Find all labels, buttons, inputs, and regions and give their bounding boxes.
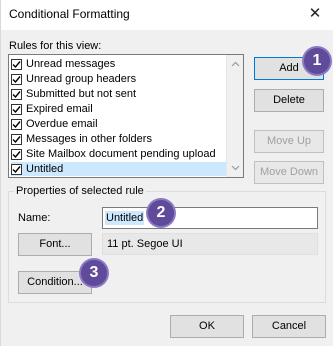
rule-item[interactable]: Overdue email [11, 117, 228, 131]
conditional-formatting-dialog: Conditional Formatting ✕ Rules for this … [0, 0, 333, 346]
rule-item[interactable]: Unread group headers [11, 72, 228, 86]
name-label: Name: [18, 212, 51, 224]
cancel-button[interactable]: Cancel [252, 315, 326, 338]
rules-list-scrollbar[interactable] [226, 55, 243, 177]
scroll-down-icon[interactable] [231, 163, 240, 172]
rules-list-label: Rules for this view: [9, 40, 102, 52]
rule-name-input[interactable]: Untitled [102, 207, 318, 229]
rule-item[interactable]: Submitted but not sent [11, 87, 228, 101]
rule-item[interactable]: Site Mailbox document pending upload [11, 147, 228, 161]
move-down-button[interactable]: Move Down [254, 161, 324, 184]
rule-item[interactable]: Unread messages [11, 57, 228, 71]
rule-checkbox[interactable] [11, 88, 22, 100]
rule-label: Untitled [26, 163, 64, 175]
font-info: 11 pt. Segoe UI [102, 233, 318, 255]
rule-item[interactable]: Messages in other folders [11, 132, 228, 146]
rule-label: Unread group headers [26, 73, 137, 85]
rule-checkbox[interactable] [11, 118, 22, 130]
rule-checkbox[interactable] [11, 148, 22, 160]
rule-label: Overdue email [26, 118, 98, 130]
scroll-up-icon[interactable] [231, 60, 240, 69]
rule-item[interactable]: Expired email [11, 102, 228, 116]
step-badge-1: 1 [304, 48, 330, 74]
ok-button[interactable]: OK [170, 315, 244, 338]
close-icon[interactable]: ✕ [304, 3, 326, 25]
move-up-button[interactable]: Move Up [254, 130, 324, 153]
font-button[interactable]: Font... [18, 233, 92, 256]
window-title: Conditional Formatting [9, 7, 130, 21]
delete-button[interactable]: Delete [254, 89, 324, 112]
rule-label: Messages in other folders [26, 133, 152, 145]
rule-item-selected[interactable]: Untitled [11, 162, 228, 176]
rule-checkbox[interactable] [11, 133, 22, 145]
rule-checkbox[interactable] [11, 58, 22, 70]
properties-group-label: Properties of selected rule [14, 185, 146, 197]
rule-checkbox[interactable] [11, 73, 22, 85]
rule-label: Site Mailbox document pending upload [26, 148, 216, 160]
rule-label: Expired email [26, 103, 93, 115]
step-badge-2: 2 [148, 200, 174, 226]
rule-name-value: Untitled [105, 211, 145, 225]
rule-label: Unread messages [26, 58, 116, 70]
rules-list[interactable]: Unread messages Unread group headers Sub… [8, 54, 244, 178]
title-bar: Conditional Formatting ✕ [1, 0, 333, 30]
step-badge-3: 3 [81, 260, 107, 286]
rule-checkbox[interactable] [11, 163, 22, 175]
rule-checkbox[interactable] [11, 103, 22, 115]
rule-label: Submitted but not sent [26, 88, 137, 100]
